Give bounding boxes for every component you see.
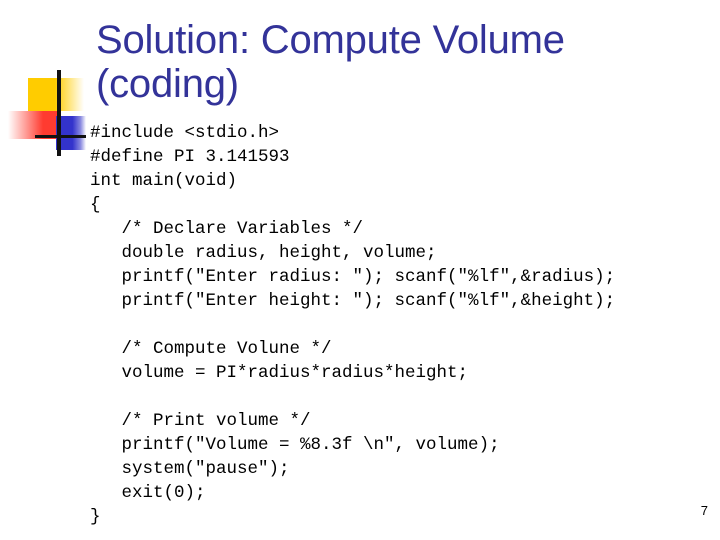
code-block: #include <stdio.h> #define PI 3.141593 i… <box>90 123 616 527</box>
slide-title: Solution: Compute Volume (coding) <box>96 18 565 106</box>
horizontal-rule-icon <box>35 135 86 138</box>
presentation-slide: Solution: Compute Volume (coding) #inclu… <box>0 0 720 540</box>
vertical-rule-icon <box>57 70 61 156</box>
page-number: 7 <box>700 503 708 518</box>
yellow-square-icon <box>28 78 84 111</box>
